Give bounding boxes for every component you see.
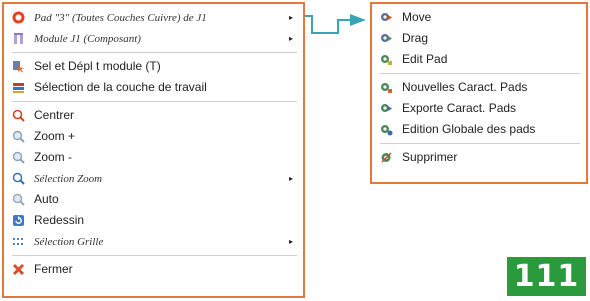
pad-delete-icon [380, 151, 393, 164]
menu-item-label: Zoom - [34, 150, 73, 164]
submenu-item-new-pad-settings[interactable]: Nouvelles Caract. Pads [372, 77, 586, 98]
pad-global-edit-icon [380, 123, 393, 136]
menu-item-label: Move [402, 10, 432, 24]
menu-item-label: Redessin [34, 213, 85, 227]
context-menu: Pad "3" (Toutes Couches Cuivre) de J1 ▸ … [2, 2, 305, 298]
menu-item-label: Sel et Dépl t module (T) [34, 59, 161, 73]
menu-item-layer-select[interactable]: Sélection de la couche de travail [4, 77, 303, 98]
menu-item-label: Fermer [34, 262, 73, 276]
menu-separator [12, 101, 297, 102]
move-module-icon [12, 60, 25, 73]
menu-item-label: Pad "3" (Toutes Couches Cuivre) de J1 [34, 12, 207, 24]
menu-separator [380, 73, 580, 74]
pad-drag-icon [380, 32, 393, 45]
menu-item-label: Module J1 (Composant) [34, 33, 141, 45]
menu-item-module[interactable]: Module J1 (Composant) ▸ [4, 28, 303, 49]
submenu-arrow-icon: ▸ [288, 13, 293, 22]
menu-item-label: Nouvelles Caract. Pads [402, 80, 528, 94]
submenu-item-move[interactable]: Move [372, 7, 586, 28]
menu-item-label: Edition Globale des pads [402, 122, 536, 136]
menu-item-label: Auto [34, 192, 59, 206]
submenu-item-export-pad-settings[interactable]: Exporte Caract. Pads [372, 98, 586, 119]
menu-item-label: Centrer [34, 108, 75, 122]
center-zoom-icon [12, 109, 25, 122]
menu-item-redraw[interactable]: Redessin [4, 210, 303, 231]
menu-item-center[interactable]: Centrer [4, 105, 303, 126]
zoom-in-icon [12, 130, 25, 143]
zoom-out-icon [12, 151, 25, 164]
zoom-auto-icon [12, 193, 25, 206]
submenu-arrow-icon: ▸ [288, 237, 293, 246]
module-icon [12, 32, 25, 45]
zoom-select-icon [12, 172, 25, 185]
menu-separator [12, 255, 297, 256]
submenu-item-delete[interactable]: Supprimer [372, 147, 586, 168]
submenu-arrow-icon: ▸ [288, 34, 293, 43]
menu-item-label: Supprimer [402, 150, 458, 164]
menu-item-label: Sélection Zoom [34, 173, 103, 185]
menu-item-move-module[interactable]: Sel et Dépl t module (T) [4, 56, 303, 77]
menu-item-label: Sélection Grille [34, 236, 104, 248]
menu-item-close[interactable]: Fermer [4, 259, 303, 280]
pad-submenu: Move Drag Edit Pad Nouvelles Caract. Pad… [370, 2, 588, 184]
menu-item-grid-select[interactable]: Sélection Grille ▸ [4, 231, 303, 252]
menu-item-label: Exporte Caract. Pads [402, 101, 517, 115]
close-icon [12, 263, 25, 276]
menu-separator [380, 143, 580, 144]
menu-item-label: Edit Pad [402, 52, 448, 66]
page-number-badge: 111 [507, 257, 586, 296]
grid-icon [12, 235, 25, 248]
menu-item-auto[interactable]: Auto [4, 189, 303, 210]
submenu-item-drag[interactable]: Drag [372, 28, 586, 49]
pad-export-icon [380, 102, 393, 115]
menu-item-label: Drag [402, 31, 429, 45]
submenu-item-edit-pad[interactable]: Edit Pad [372, 49, 586, 70]
pad-edit-icon [380, 53, 393, 66]
menu-item-zoom-out[interactable]: Zoom - [4, 147, 303, 168]
layer-select-icon [12, 81, 25, 94]
menu-separator [12, 52, 297, 53]
pad-new-settings-icon [380, 81, 393, 94]
menu-item-label: Sélection de la couche de travail [34, 80, 207, 94]
submenu-arrow-icon: ▸ [288, 174, 293, 183]
submenu-item-global-pad-edit[interactable]: Edition Globale des pads [372, 119, 586, 140]
menu-item-zoom-select[interactable]: Sélection Zoom ▸ [4, 168, 303, 189]
menu-item-label: Zoom + [34, 129, 76, 143]
redraw-icon [12, 214, 25, 227]
pad-ring-icon [12, 11, 25, 24]
menu-item-pad[interactable]: Pad "3" (Toutes Couches Cuivre) de J1 ▸ [4, 7, 303, 28]
menu-item-zoom-in[interactable]: Zoom + [4, 126, 303, 147]
pad-move-icon [380, 11, 393, 24]
